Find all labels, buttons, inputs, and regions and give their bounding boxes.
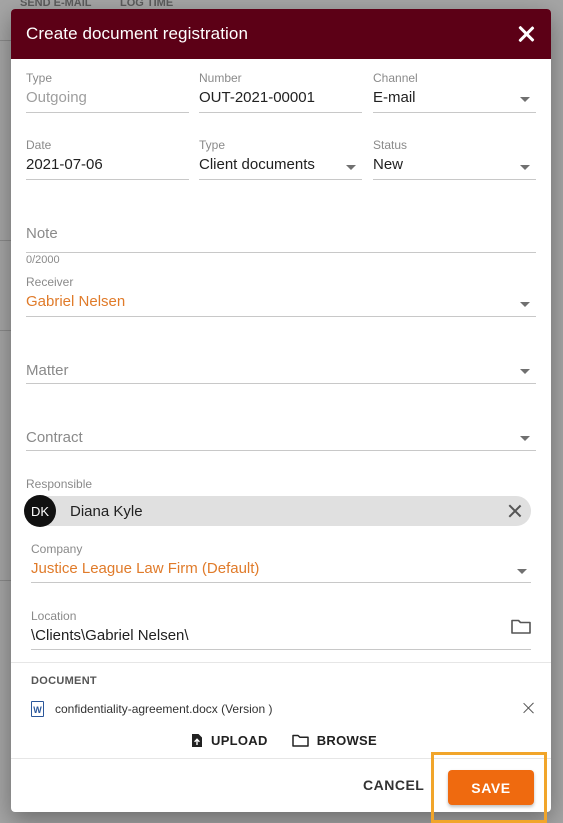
- contract-select[interactable]: Contract: [26, 426, 536, 451]
- dialog-title: Create document registration: [26, 24, 249, 43]
- chevron-down-icon[interactable]: [346, 165, 356, 170]
- chevron-down-icon[interactable]: [517, 569, 527, 574]
- document-file-name: confidentiality-agreement.docx (Version …: [55, 702, 273, 716]
- company-value: Justice League Law Firm (Default): [31, 560, 260, 577]
- location-label: Location: [31, 609, 77, 623]
- document-type-value: Client documents: [199, 156, 315, 173]
- folder-icon: [291, 734, 309, 747]
- browse-label: BROWSE: [316, 733, 378, 748]
- upload-button[interactable]: UPLOAD: [191, 733, 268, 748]
- document-type-label: Type: [199, 138, 226, 152]
- document-type-select[interactable]: Type Client documents: [199, 138, 362, 180]
- create-document-dialog: Create document registration Type Outgoi…: [11, 9, 551, 812]
- number-value[interactable]: OUT-2021-00001: [199, 89, 315, 106]
- number-field[interactable]: Number OUT-2021-00001: [199, 71, 362, 113]
- folder-icon[interactable]: [511, 619, 531, 634]
- close-icon[interactable]: [515, 23, 537, 45]
- upload-icon: [192, 734, 202, 747]
- chevron-down-icon[interactable]: [520, 302, 530, 307]
- receiver-value: Gabriel Nelsen: [26, 293, 126, 310]
- location-value[interactable]: \Clients\Gabriel Nelsen\: [31, 627, 189, 644]
- channel-label: Channel: [373, 71, 418, 85]
- receiver-label: Receiver: [26, 275, 74, 289]
- company-select[interactable]: Company Justice League Law Firm (Default…: [31, 542, 531, 583]
- document-file-row: W confidentiality-agreement.docx (Versio…: [31, 699, 535, 719]
- channel-select[interactable]: Channel E-mail: [373, 71, 536, 113]
- save-button[interactable]: SAVE: [448, 770, 534, 805]
- date-label: Date: [26, 138, 52, 152]
- company-label: Company: [31, 542, 83, 556]
- number-label: Number: [199, 71, 242, 85]
- chevron-down-icon[interactable]: [520, 97, 530, 102]
- upload-label: UPLOAD: [211, 733, 268, 748]
- type-direction-field: Type Outgoing: [26, 71, 189, 113]
- dialog-header: Create document registration: [11, 9, 551, 59]
- word-file-icon: W: [31, 701, 44, 717]
- status-value: New: [373, 156, 404, 173]
- receiver-select[interactable]: Receiver Gabriel Nelsen: [26, 275, 536, 317]
- status-select[interactable]: Status New: [373, 138, 536, 180]
- chevron-down-icon[interactable]: [520, 436, 530, 441]
- type-direction-value: Outgoing: [26, 89, 87, 106]
- responsible-chip[interactable]: DK Diana Kyle: [24, 495, 531, 527]
- document-heading: DOCUMENT: [31, 675, 97, 687]
- note-placeholder: Note: [26, 225, 58, 242]
- channel-value: E-mail: [373, 89, 416, 106]
- location-field[interactable]: Location \Clients\Gabriel Nelsen\: [31, 609, 531, 650]
- document-actions: UPLOAD BROWSE: [191, 733, 377, 748]
- remove-file-icon[interactable]: [523, 702, 535, 714]
- chevron-down-icon[interactable]: [520, 369, 530, 374]
- responsible-name: Diana Kyle: [70, 502, 143, 520]
- contract-placeholder: Contract: [26, 429, 83, 446]
- status-label: Status: [373, 138, 408, 152]
- avatar: DK: [24, 495, 56, 527]
- browse-button[interactable]: BROWSE: [291, 733, 378, 748]
- date-value[interactable]: 2021-07-06: [26, 156, 103, 173]
- remove-chip-icon[interactable]: [508, 504, 522, 518]
- document-section: DOCUMENT W confidentiality-agreement.doc…: [11, 662, 551, 758]
- type-direction-label: Type: [26, 71, 53, 85]
- responsible-label: Responsible: [26, 477, 93, 491]
- note-counter: 0/2000: [26, 254, 60, 266]
- chevron-down-icon[interactable]: [520, 165, 530, 170]
- cancel-button[interactable]: CANCEL: [363, 777, 424, 793]
- matter-select[interactable]: Matter: [26, 359, 536, 384]
- date-field[interactable]: Date 2021-07-06: [26, 138, 189, 180]
- note-input[interactable]: Note: [26, 221, 536, 253]
- matter-placeholder: Matter: [26, 362, 69, 379]
